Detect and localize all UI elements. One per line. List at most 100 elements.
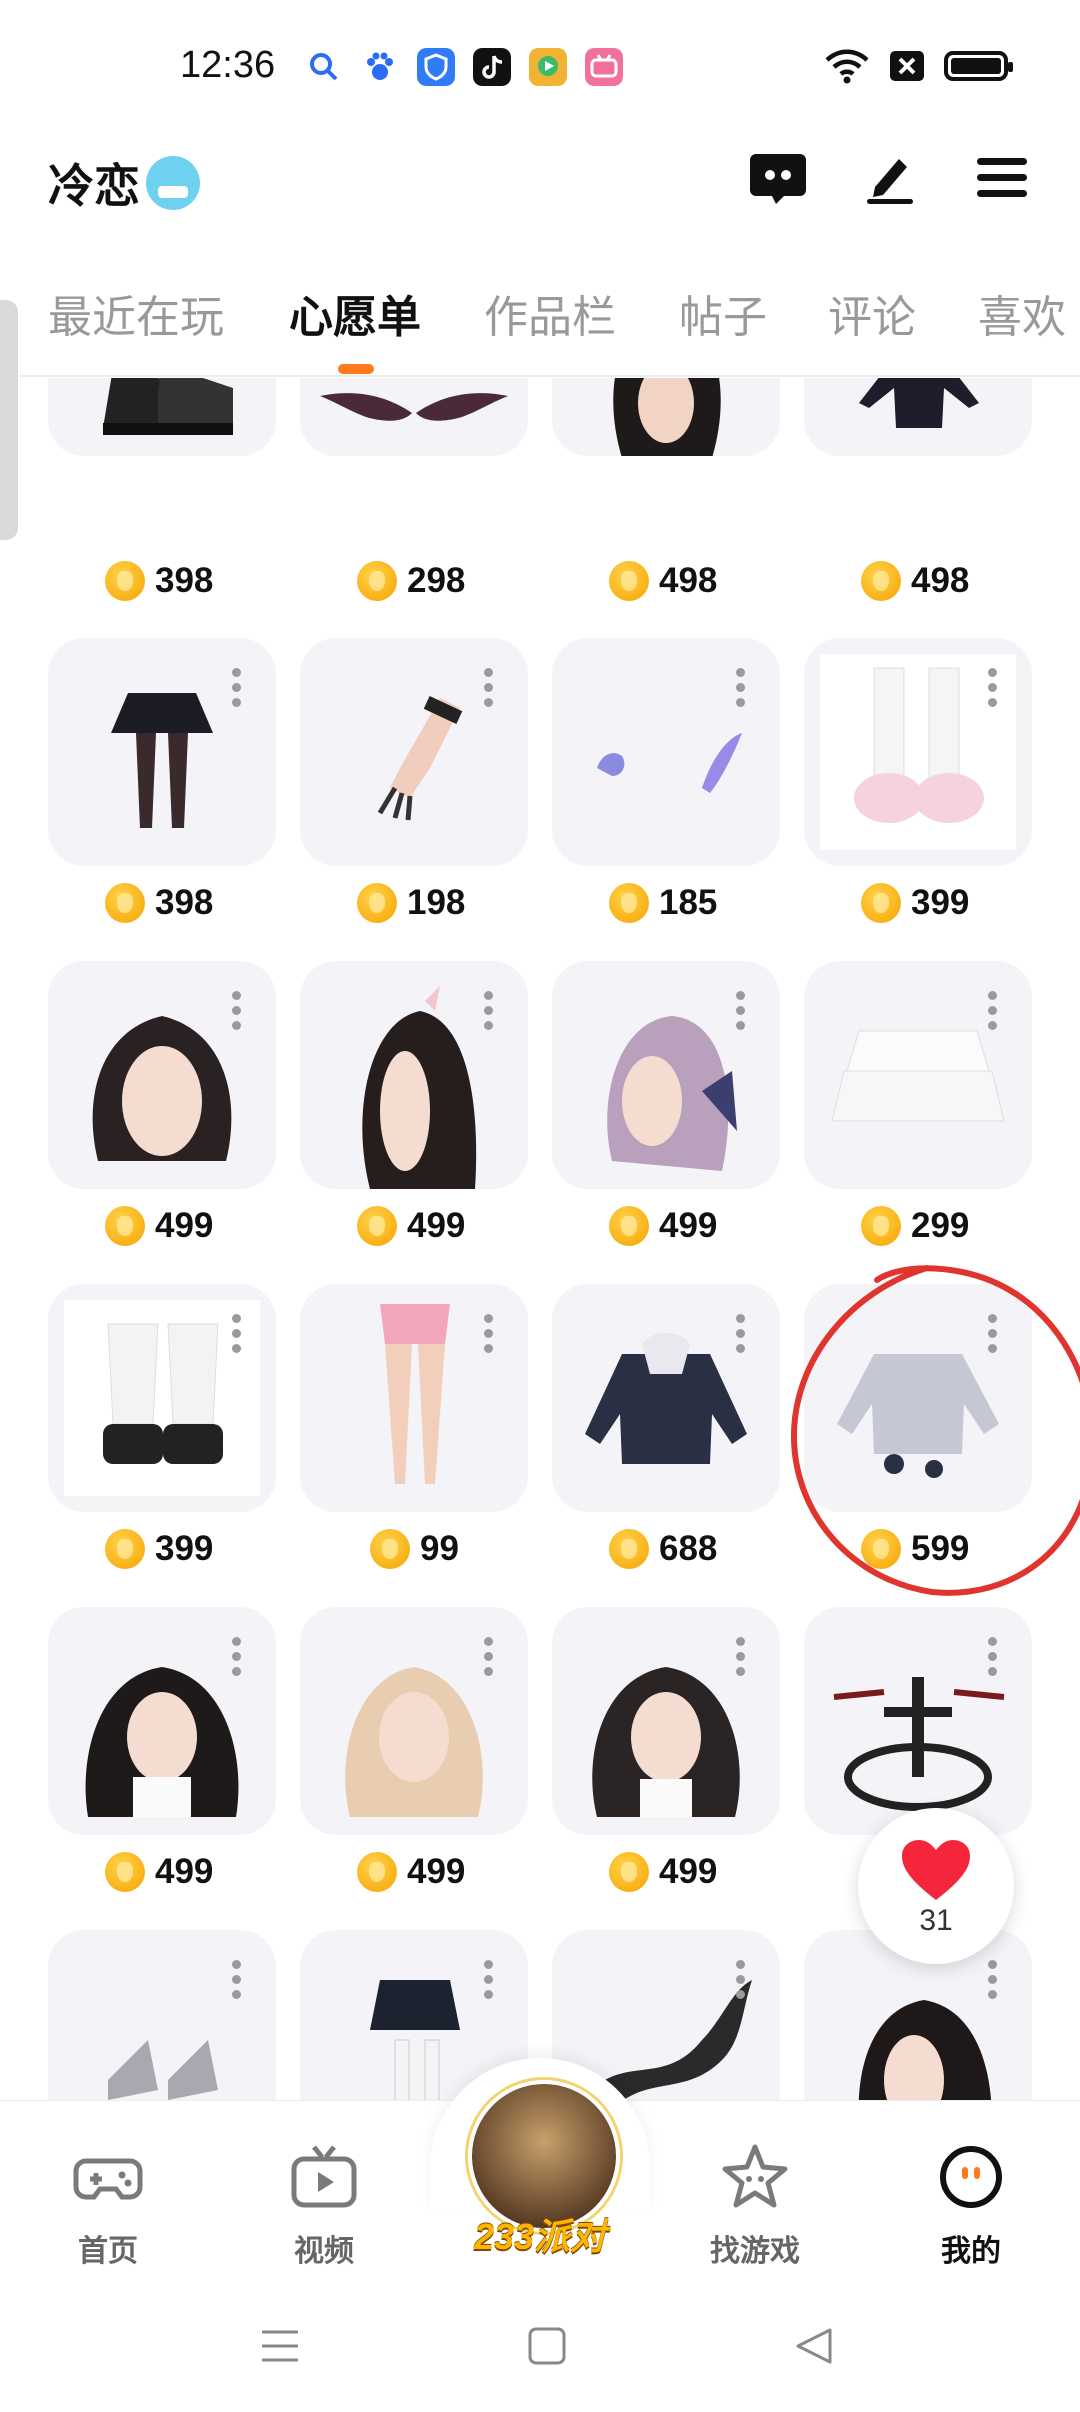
price-tag: 688 (609, 1524, 717, 1574)
hamburger-menu-icon (977, 158, 1027, 197)
coin-icon (609, 561, 649, 601)
price-tag: 99 (370, 1524, 459, 1574)
nav-me[interactable]: 我的 (901, 2141, 1041, 2270)
wishlist-item-hoodie[interactable] (552, 1284, 780, 1512)
nav-home[interactable]: 首页 (38, 2141, 178, 2270)
coin-icon (609, 883, 649, 923)
message-button[interactable] (748, 148, 808, 208)
cat-ear-hair-thumbnail (613, 378, 721, 456)
star-icon (722, 2144, 788, 2208)
wishlist-item-socks-shoes[interactable] (804, 638, 1032, 866)
more-options-icon[interactable] (484, 991, 494, 1030)
wishlist-item-hair[interactable] (300, 961, 528, 1189)
gamepad-icon (73, 2158, 143, 2200)
party-label[interactable]: 233派对 (455, 2208, 625, 2260)
tab-posts[interactable]: 帖子 (679, 281, 767, 345)
more-options-icon[interactable] (484, 1960, 494, 1999)
coin-icon (861, 1206, 901, 1246)
home-square-icon[interactable] (526, 2326, 570, 2366)
price-tag: 298 (357, 556, 465, 606)
price-value: 499 (659, 1852, 718, 1891)
tab-recently-played[interactable]: 最近在玩 (48, 281, 224, 345)
wishlist-item-horns[interactable] (552, 638, 780, 866)
wishlist-item-leg-warmers[interactable] (48, 1284, 276, 1512)
wishlist-item-pentagram-decoration[interactable] (804, 1607, 1032, 1835)
bat-wings-thumbnail (320, 393, 508, 421)
more-options-icon[interactable] (736, 668, 746, 707)
wishlist-item-boots[interactable] (48, 378, 276, 456)
boots-thumbnail (103, 378, 233, 435)
wishlist-item-hair[interactable] (552, 1607, 780, 1835)
more-options-icon[interactable] (736, 1960, 746, 1999)
more-options-icon[interactable] (232, 1960, 242, 1999)
more-options-icon[interactable] (988, 668, 998, 707)
price-tag: 498 (609, 556, 717, 606)
tab-comments[interactable]: 评论 (828, 281, 916, 345)
wishlist-item-hair[interactable] (48, 1607, 276, 1835)
wishlist-item-hair[interactable] (552, 961, 780, 1189)
wishlist-item-hair[interactable] (48, 961, 276, 1189)
more-options-icon[interactable] (484, 1314, 494, 1353)
price-tag: 499 (357, 1201, 465, 1251)
more-options-icon[interactable] (232, 1314, 242, 1353)
wishlist-item-hair[interactable] (300, 1607, 528, 1835)
price-value: 499 (407, 1206, 466, 1245)
price-tag: 499 (609, 1201, 717, 1251)
tab-works[interactable]: 作品栏 (484, 281, 616, 345)
price-tag: 499 (105, 1847, 213, 1897)
price-tag: 399 (861, 878, 969, 928)
system-nav-bar (0, 2280, 1080, 2412)
more-options-icon[interactable] (484, 1637, 494, 1676)
pen-icon (867, 159, 913, 204)
coin-icon (105, 883, 145, 923)
edit-profile-button[interactable] (860, 148, 920, 208)
more-options-icon[interactable] (988, 1637, 998, 1676)
price-value: 198 (407, 883, 466, 922)
tab-wishlist[interactable]: 心愿单 (289, 281, 421, 345)
tab-likes[interactable]: 喜欢 (978, 281, 1066, 345)
price-value: 399 (911, 883, 970, 922)
price-value: 298 (407, 561, 466, 600)
more-options-icon[interactable] (988, 991, 998, 1030)
wishlist-item-wings[interactable] (300, 378, 528, 456)
more-options-icon[interactable] (988, 1960, 998, 1999)
coin-icon (105, 1529, 145, 1569)
more-options-icon[interactable] (232, 991, 242, 1030)
recent-apps-icon[interactable] (258, 2326, 302, 2366)
more-options-icon[interactable] (232, 668, 242, 707)
more-options-icon[interactable] (736, 1637, 746, 1676)
nav-find-games[interactable]: 找游戏 (685, 2141, 825, 2270)
coin-icon (861, 561, 901, 601)
nav-find-games-label: 找游戏 (710, 2235, 800, 2268)
coin-icon (609, 1852, 649, 1892)
more-options-icon[interactable] (736, 1314, 746, 1353)
profile-tabs: 最近在玩 心愿单 作品栏 帖子 评论 喜欢 (0, 265, 1080, 377)
wishlist-item-stockings[interactable] (300, 1284, 528, 1512)
wishlist-item-cat-ear-hair[interactable] (552, 378, 780, 456)
shield-app-icon (417, 48, 455, 86)
wishlist-item-white-skirt[interactable] (804, 961, 1032, 1189)
price-tag: 198 (357, 878, 465, 928)
wishlist-item-skirt-tights[interactable] (48, 638, 276, 866)
price-tag: 499 (609, 1847, 717, 1897)
back-triangle-icon[interactable] (792, 2326, 836, 2366)
bilibili-app-icon (585, 48, 623, 86)
more-options-icon[interactable] (736, 991, 746, 1030)
price-value: 688 (659, 1529, 718, 1568)
wishlist-item-heels[interactable] (48, 1930, 276, 2100)
coin-icon (861, 883, 901, 923)
wishlist-item-crop-top[interactable] (804, 378, 1032, 456)
coin-icon (609, 1529, 649, 1569)
price-tag: 399 (105, 1524, 213, 1574)
price-value: 498 (911, 561, 970, 600)
header-actions (748, 148, 1032, 208)
more-options-icon[interactable] (232, 1637, 242, 1676)
wishlist-item-bracelet-hand[interactable] (300, 638, 528, 866)
price-tag: 185 (609, 878, 717, 928)
menu-button[interactable] (972, 148, 1032, 208)
like-button[interactable]: 31 (858, 1808, 1014, 1964)
nav-video-label: 视频 (294, 2235, 354, 2268)
nav-video[interactable]: 视频 (254, 2141, 394, 2270)
more-options-icon[interactable] (484, 668, 494, 707)
status-time: 12:36 (180, 44, 276, 86)
